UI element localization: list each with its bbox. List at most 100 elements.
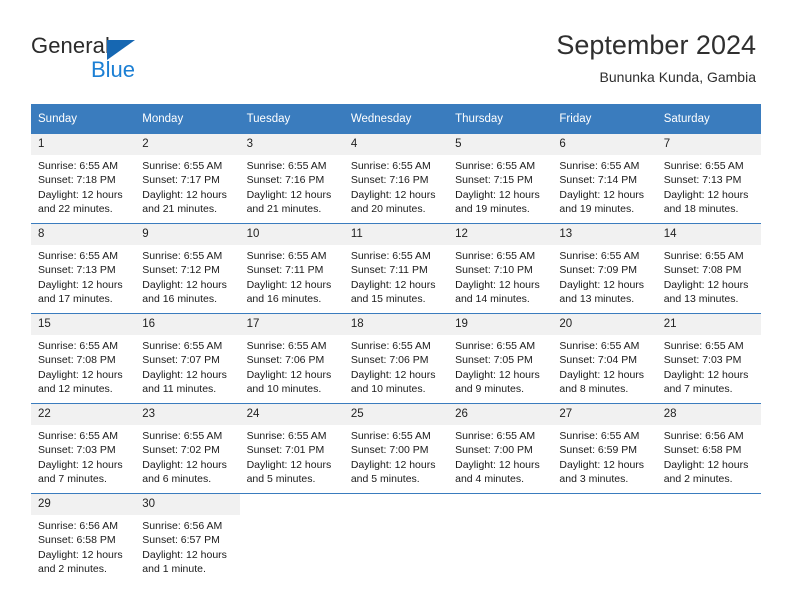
daylight-text-line1: Daylight: 12 hours bbox=[142, 278, 227, 291]
daylight-text-line2: and 1 minute. bbox=[142, 562, 206, 575]
sunset-text: Sunset: 6:59 PM bbox=[559, 444, 638, 457]
day-number: 13 bbox=[552, 224, 657, 245]
sunrise-text: Sunrise: 6:55 AM bbox=[142, 250, 223, 262]
day-cell-empty bbox=[448, 493, 553, 592]
sunrise-text: Sunrise: 6:55 AM bbox=[38, 430, 118, 442]
daylight-text-line2: and 10 minutes. bbox=[246, 382, 322, 395]
day-cell[interactable]: 26 Sunrise: 6:55 AM Sunset: 7:00 PM Dayligh… bbox=[448, 403, 553, 494]
day-cell[interactable]: 29 Sunrise: 6:56 AM Sunset: 6:58 PM Dayligh… bbox=[31, 493, 136, 592]
day-cell[interactable]: 1 Sunrise: 6:55 AM Sunset: 7:18 PM Daylight… bbox=[31, 133, 136, 224]
sunset-text: Sunset: 6:57 PM bbox=[142, 534, 220, 547]
day-number: 22 bbox=[31, 404, 136, 425]
daylight-text-line2: and 5 minutes. bbox=[246, 472, 316, 485]
sunrise-text: Sunrise: 6:55 AM bbox=[559, 340, 640, 352]
sunset-text: Sunset: 7:04 PM bbox=[559, 354, 638, 367]
day-details: Sunrise: 6:55 AM Sunset: 7:15 PM Daylight:… bbox=[448, 155, 552, 216]
day-cell[interactable]: 19 Sunrise: 6:55 AM Sunset: 7:05 PM Dayligh… bbox=[448, 313, 553, 404]
day-details: Sunrise: 6:55 AM Sunset: 7:01 PM Daylight:… bbox=[240, 425, 344, 486]
day-details: Sunrise: 6:55 AM Sunset: 7:08 PM Daylight:… bbox=[31, 335, 135, 396]
day-cell[interactable]: 3 Sunrise: 6:55 AM Sunset: 7:16 PM Daylight… bbox=[239, 133, 344, 224]
day-details: Sunrise: 6:55 AM Sunset: 7:17 PM Daylight:… bbox=[135, 155, 239, 216]
daylight-text-line1: Daylight: 12 hours bbox=[142, 458, 227, 471]
day-details: Sunrise: 6:55 AM Sunset: 7:13 PM Daylight:… bbox=[31, 245, 135, 306]
day-number: 27 bbox=[552, 404, 657, 425]
daylight-text-line1: Daylight: 12 hours bbox=[350, 278, 436, 291]
day-number: 30 bbox=[135, 494, 240, 515]
sunset-text: Sunset: 6:58 PM bbox=[663, 444, 742, 457]
daylight-text-line1: Daylight: 12 hours bbox=[38, 548, 123, 561]
daylight-text-line2: and 5 minutes. bbox=[350, 472, 420, 485]
sunset-text: Sunset: 7:03 PM bbox=[38, 444, 116, 457]
daylight-text-line2: and 8 minutes. bbox=[559, 382, 629, 395]
day-cell[interactable]: 5 Sunrise: 6:55 AM Sunset: 7:15 PM Daylight… bbox=[448, 133, 553, 224]
day-cell[interactable]: 24 Sunrise: 6:55 AM Sunset: 7:01 PM Dayligh… bbox=[239, 403, 344, 494]
day-cell[interactable]: 15 Sunrise: 6:55 AM Sunset: 7:08 PM Dayligh… bbox=[31, 313, 136, 404]
day-cell[interactable]: 30 Sunrise: 6:56 AM Sunset: 6:57 PM Dayligh… bbox=[135, 493, 240, 592]
day-cell[interactable]: 25 Sunrise: 6:55 AM Sunset: 7:00 PM Dayligh… bbox=[343, 403, 449, 494]
sunset-text: Sunset: 7:18 PM bbox=[38, 174, 116, 187]
daylight-text-line1: Daylight: 12 hours bbox=[455, 188, 540, 201]
day-cell[interactable]: 23 Sunrise: 6:55 AM Sunset: 7:02 PM Dayligh… bbox=[135, 403, 240, 494]
day-details: Sunrise: 6:55 AM Sunset: 7:06 PM Daylight:… bbox=[344, 335, 448, 396]
day-cell[interactable]: 17 Sunrise: 6:55 AM Sunset: 7:06 PM Dayligh… bbox=[239, 313, 344, 404]
day-cell[interactable]: 8 Sunrise: 6:55 AM Sunset: 7:13 PM Daylight… bbox=[31, 223, 136, 314]
sunrise-text: Sunrise: 6:55 AM bbox=[559, 250, 640, 262]
sunrise-text: Sunrise: 6:55 AM bbox=[350, 250, 431, 262]
daylight-text-line1: Daylight: 12 hours bbox=[38, 368, 123, 381]
sunrise-text: Sunrise: 6:55 AM bbox=[663, 160, 744, 172]
sunrise-text: Sunrise: 6:55 AM bbox=[350, 430, 431, 442]
sunset-text: Sunset: 7:12 PM bbox=[142, 264, 220, 277]
sunrise-text: Sunrise: 6:55 AM bbox=[455, 160, 536, 172]
day-cell[interactable]: 28 Sunrise: 6:56 AM Sunset: 6:58 PM Dayligh… bbox=[656, 403, 761, 494]
day-cell[interactable]: 27 Sunrise: 6:55 AM Sunset: 6:59 PM Dayligh… bbox=[552, 403, 657, 494]
day-cell[interactable]: 22 Sunrise: 6:55 AM Sunset: 7:03 PM Dayligh… bbox=[31, 403, 136, 494]
day-cell[interactable]: 21 Sunrise: 6:55 AM Sunset: 7:03 PM Dayligh… bbox=[656, 313, 761, 404]
day-cell-empty bbox=[552, 493, 657, 592]
sunrise-text: Sunrise: 6:55 AM bbox=[246, 430, 327, 442]
sunset-text: Sunset: 7:16 PM bbox=[350, 174, 429, 187]
day-details: Sunrise: 6:56 AM Sunset: 6:57 PM Daylight:… bbox=[135, 515, 239, 576]
sunset-text: Sunset: 7:00 PM bbox=[350, 444, 429, 457]
day-cell[interactable]: 14 Sunrise: 6:55 AM Sunset: 7:08 PM Dayligh… bbox=[656, 223, 761, 314]
weekday-header-saturday: Saturday bbox=[656, 104, 761, 134]
daylight-text-line2: and 19 minutes. bbox=[559, 202, 635, 215]
sunrise-text: Sunrise: 6:55 AM bbox=[142, 430, 223, 442]
day-cell[interactable]: 13 Sunrise: 6:55 AM Sunset: 7:09 PM Dayligh… bbox=[552, 223, 657, 314]
day-details: Sunrise: 6:55 AM Sunset: 7:00 PM Daylight:… bbox=[448, 425, 552, 486]
day-number: 4 bbox=[343, 134, 449, 155]
calendar-week-row: 8 Sunrise: 6:55 AM Sunset: 7:13 PM Daylight… bbox=[31, 223, 761, 314]
day-number bbox=[657, 494, 761, 515]
day-details: Sunrise: 6:55 AM Sunset: 7:18 PM Daylight:… bbox=[31, 155, 135, 216]
day-cell[interactable]: 6 Sunrise: 6:55 AM Sunset: 7:14 PM Daylight… bbox=[552, 133, 657, 224]
day-cell[interactable]: 2 Sunrise: 6:55 AM Sunset: 7:17 PM Daylight… bbox=[135, 133, 240, 224]
day-cell[interactable]: 11 Sunrise: 6:55 AM Sunset: 7:11 PM Dayligh… bbox=[343, 223, 449, 314]
day-cell[interactable]: 12 Sunrise: 6:55 AM Sunset: 7:10 PM Dayligh… bbox=[448, 223, 553, 314]
sunset-text: Sunset: 7:15 PM bbox=[455, 174, 533, 187]
daylight-text-line2: and 14 minutes. bbox=[455, 292, 530, 305]
calendar-header-row: Sunday Monday Tuesday Wednesday Thursday… bbox=[31, 104, 761, 134]
sunrise-text: Sunrise: 6:56 AM bbox=[38, 520, 118, 532]
day-number: 24 bbox=[239, 404, 344, 425]
daylight-text-line1: Daylight: 12 hours bbox=[663, 458, 749, 471]
day-cell[interactable]: 4 Sunrise: 6:55 AM Sunset: 7:16 PM Daylight… bbox=[343, 133, 449, 224]
daylight-text-line2: and 19 minutes. bbox=[455, 202, 530, 215]
daylight-text-line1: Daylight: 12 hours bbox=[559, 278, 645, 291]
logo-general-text: General bbox=[31, 33, 110, 58]
day-cell[interactable]: 9 Sunrise: 6:55 AM Sunset: 7:12 PM Daylight… bbox=[135, 223, 240, 314]
daylight-text-line1: Daylight: 12 hours bbox=[246, 458, 332, 471]
day-cell[interactable]: 18 Sunrise: 6:55 AM Sunset: 7:06 PM Dayligh… bbox=[343, 313, 449, 404]
day-cell[interactable]: 20 Sunrise: 6:55 AM Sunset: 7:04 PM Dayligh… bbox=[552, 313, 657, 404]
sunrise-text: Sunrise: 6:55 AM bbox=[350, 160, 431, 172]
day-number: 16 bbox=[135, 314, 240, 335]
day-cell[interactable]: 16 Sunrise: 6:55 AM Sunset: 7:07 PM Dayligh… bbox=[135, 313, 240, 404]
day-details: Sunrise: 6:55 AM Sunset: 7:03 PM Daylight:… bbox=[657, 335, 761, 396]
day-number bbox=[344, 494, 448, 515]
sunset-text: Sunset: 7:08 PM bbox=[38, 354, 116, 367]
sunset-text: Sunset: 7:11 PM bbox=[246, 264, 324, 277]
day-details: Sunrise: 6:55 AM Sunset: 7:12 PM Daylight:… bbox=[135, 245, 239, 306]
sunset-text: Sunset: 7:11 PM bbox=[350, 264, 428, 277]
day-cell[interactable]: 10 Sunrise: 6:55 AM Sunset: 7:11 PM Dayligh… bbox=[239, 223, 344, 314]
daylight-text-line2: and 15 minutes. bbox=[350, 292, 426, 305]
day-cell[interactable]: 7 Sunrise: 6:55 AM Sunset: 7:13 PM Daylight… bbox=[656, 133, 761, 224]
day-number bbox=[240, 494, 344, 515]
